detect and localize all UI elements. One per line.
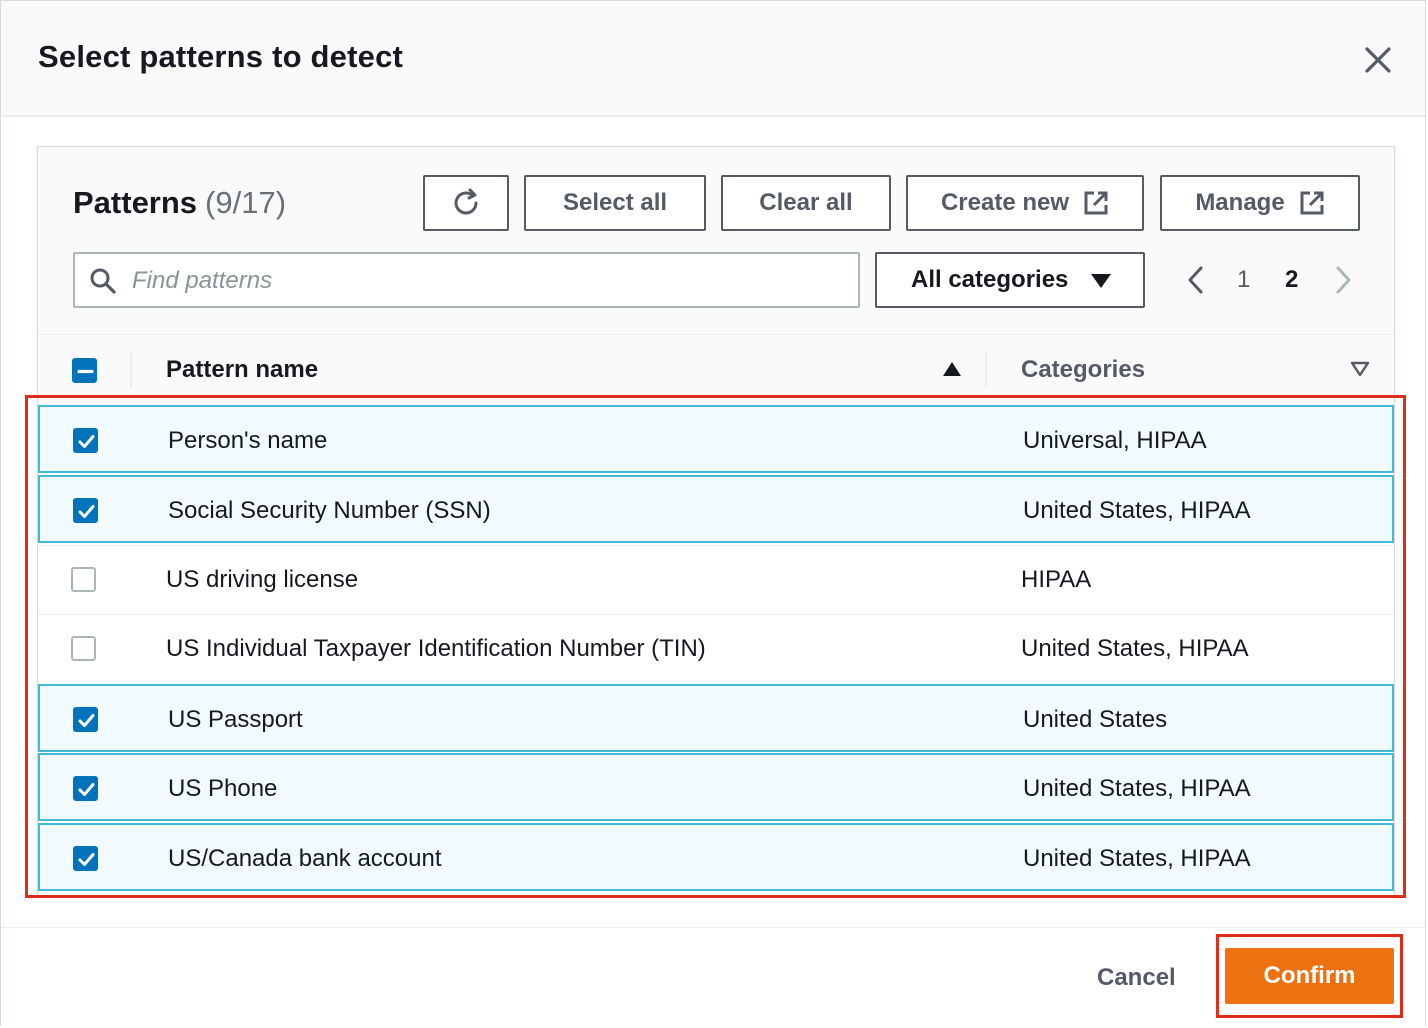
category-filter-value: All categories	[911, 266, 1069, 293]
indeterminate-icon	[77, 369, 94, 374]
clear-all-button[interactable]: Clear all	[721, 175, 891, 231]
external-link-icon	[1300, 191, 1324, 215]
check-icon	[78, 435, 95, 448]
pattern-name: US Phone	[168, 775, 278, 802]
page-1-link[interactable]: 1	[1237, 257, 1250, 303]
table-header: Pattern name Categories	[38, 335, 1394, 405]
caret-down-icon	[1091, 274, 1111, 288]
refresh-icon	[454, 188, 478, 215]
row-checkbox[interactable]	[73, 846, 98, 871]
sort-ascending-icon[interactable]	[942, 361, 962, 377]
select-all-checkbox[interactable]	[72, 358, 97, 383]
confirm-button[interactable]: Confirm	[1225, 948, 1394, 1004]
modal-footer: Cancel	[1, 927, 1425, 1027]
create-new-button[interactable]: Create new	[906, 175, 1144, 231]
search-icon	[90, 268, 116, 294]
pattern-categories: HIPAA	[1021, 566, 1092, 593]
pattern-categories: United States, HIPAA	[1023, 845, 1251, 872]
modal-dialog: Select patterns to detect Patterns (9/17)…	[0, 0, 1426, 1027]
pattern-name: US driving license	[166, 566, 359, 593]
modal-header: Select patterns to detect	[1, 1, 1425, 117]
row-checkbox[interactable]	[73, 498, 98, 523]
column-separator	[985, 353, 987, 387]
patterns-count: (9/17)	[205, 185, 287, 220]
search-field	[73, 252, 860, 308]
row-checkbox[interactable]	[73, 707, 98, 732]
table-row[interactable]: US driving license HIPAA	[38, 545, 1394, 613]
column-header-pattern-name[interactable]: Pattern name	[166, 356, 318, 384]
row-checkbox[interactable]	[71, 567, 96, 592]
external-link-icon	[1084, 191, 1108, 215]
table-row[interactable]: US Passport United States	[38, 684, 1394, 752]
pattern-name: Social Security Number (SSN)	[168, 497, 491, 524]
category-filter-select[interactable]: All categories	[875, 252, 1145, 308]
pattern-categories: United States, HIPAA	[1021, 635, 1249, 662]
close-icon[interactable]	[1359, 41, 1397, 79]
table-row[interactable]: Social Security Number (SSN) United Stat…	[38, 475, 1394, 543]
select-all-button[interactable]: Select all	[524, 175, 706, 231]
create-new-label: Create new	[940, 189, 1070, 216]
search-input[interactable]	[130, 262, 834, 300]
manage-button[interactable]: Manage	[1160, 175, 1360, 231]
patterns-heading: Patterns (9/17)	[73, 185, 286, 221]
column-header-categories[interactable]: Categories	[1021, 356, 1145, 384]
chevron-right-icon	[1336, 266, 1351, 294]
cancel-button[interactable]: Cancel	[1097, 964, 1176, 992]
column-separator	[130, 353, 132, 387]
table-row[interactable]: US Individual Taxpayer Identification Nu…	[38, 614, 1394, 682]
pattern-categories: United States, HIPAA	[1023, 497, 1251, 524]
refresh-button[interactable]	[423, 175, 509, 231]
check-icon	[78, 714, 95, 727]
pattern-name: US/Canada bank account	[168, 845, 442, 872]
table-row[interactable]: US/Canada bank account United States, HI…	[38, 823, 1394, 891]
chevron-left-icon	[1188, 266, 1203, 294]
page-2-link[interactable]: 2	[1285, 257, 1298, 303]
pattern-name: US Passport	[168, 706, 303, 733]
pattern-categories: Universal, HIPAA	[1023, 427, 1207, 454]
patterns-heading-label: Patterns	[73, 185, 198, 220]
sort-icon[interactable]	[1350, 361, 1370, 377]
row-checkbox[interactable]	[73, 776, 98, 801]
modal-title: Select patterns to detect	[38, 39, 404, 74]
table-row[interactable]: US Phone United States, HIPAA	[38, 753, 1394, 821]
table-row[interactable]: Person's name Universal, HIPAA	[38, 405, 1394, 473]
panel-header: Patterns (9/17) Select all Clear all Crea…	[38, 147, 1394, 335]
pattern-categories: United States	[1023, 706, 1168, 733]
pattern-categories: United States, HIPAA	[1023, 775, 1251, 802]
next-page-button[interactable]	[1330, 257, 1356, 303]
check-icon	[78, 505, 95, 518]
check-icon	[78, 853, 95, 866]
row-checkbox[interactable]	[73, 428, 98, 453]
row-checkbox[interactable]	[71, 636, 96, 661]
manage-label: Manage	[1195, 189, 1285, 216]
check-icon	[78, 783, 95, 796]
pattern-name: Person's name	[168, 427, 328, 454]
pattern-name: US Individual Taxpayer Identification Nu…	[166, 635, 706, 662]
prev-page-button[interactable]	[1183, 257, 1209, 303]
